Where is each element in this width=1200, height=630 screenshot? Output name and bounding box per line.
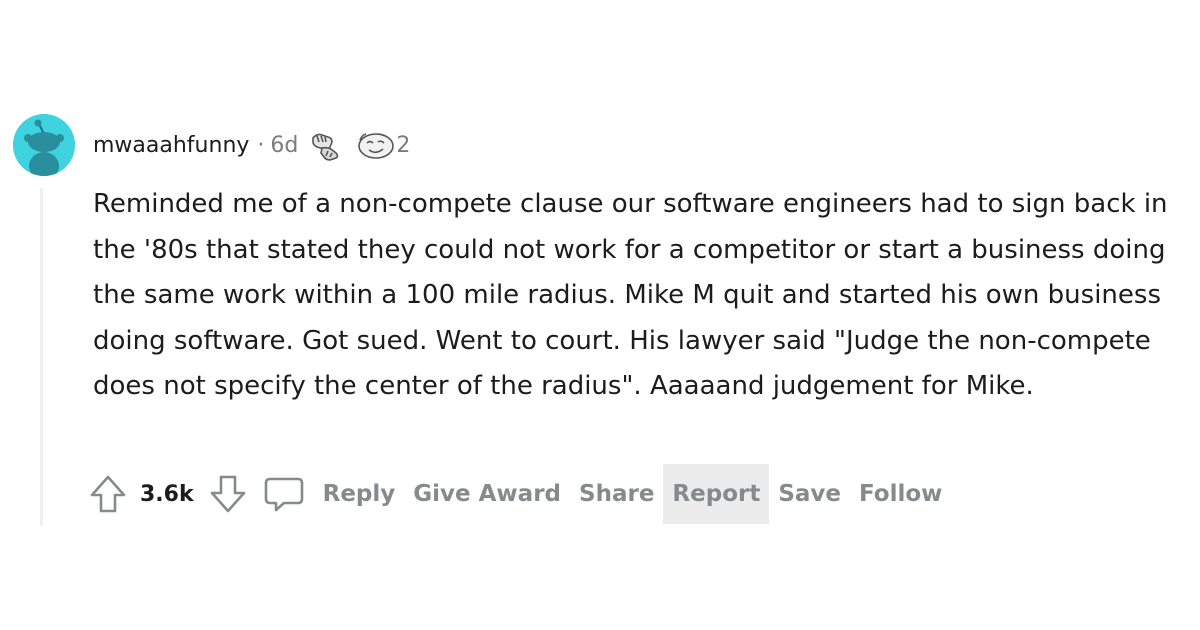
save-button[interactable]: Save xyxy=(769,464,850,524)
give-award-button[interactable]: Give Award xyxy=(404,464,570,524)
follow-button[interactable]: Follow xyxy=(850,464,951,524)
comment-text: Reminded me of a non-compete clause our … xyxy=(93,189,1168,401)
vote-score: 3.6k xyxy=(140,481,194,507)
comment-age[interactable]: 6d xyxy=(270,133,298,158)
speech-bubble-icon[interactable] xyxy=(262,473,306,515)
reply-button[interactable]: Reply xyxy=(314,464,405,524)
snoo-avatar-icon xyxy=(13,114,75,176)
thread-line[interactable] xyxy=(40,188,43,526)
downvote-arrow-icon[interactable] xyxy=(208,473,248,515)
award-count: 2 xyxy=(396,132,411,158)
action-bar: 3.6k Reply Give Award Share Report Save … xyxy=(88,464,951,524)
meta-separator: · xyxy=(257,132,265,158)
comment-header: mwaaahfunny · 6d 2 xyxy=(93,127,410,163)
share-button[interactable]: Share xyxy=(570,464,663,524)
report-button[interactable]: Report xyxy=(663,464,770,524)
upvote-arrow-icon[interactable] xyxy=(88,473,128,515)
comment-body: Reminded me of a non-compete clause our … xyxy=(93,182,1173,410)
face-award-icon[interactable] xyxy=(356,130,396,160)
username-link[interactable]: mwaaahfunny xyxy=(93,133,249,158)
avatar[interactable] xyxy=(13,114,75,176)
comment: mwaaahfunny · 6d 2 Reminded me of a non-… xyxy=(0,0,1200,630)
fist-bump-award-icon[interactable] xyxy=(308,128,342,162)
